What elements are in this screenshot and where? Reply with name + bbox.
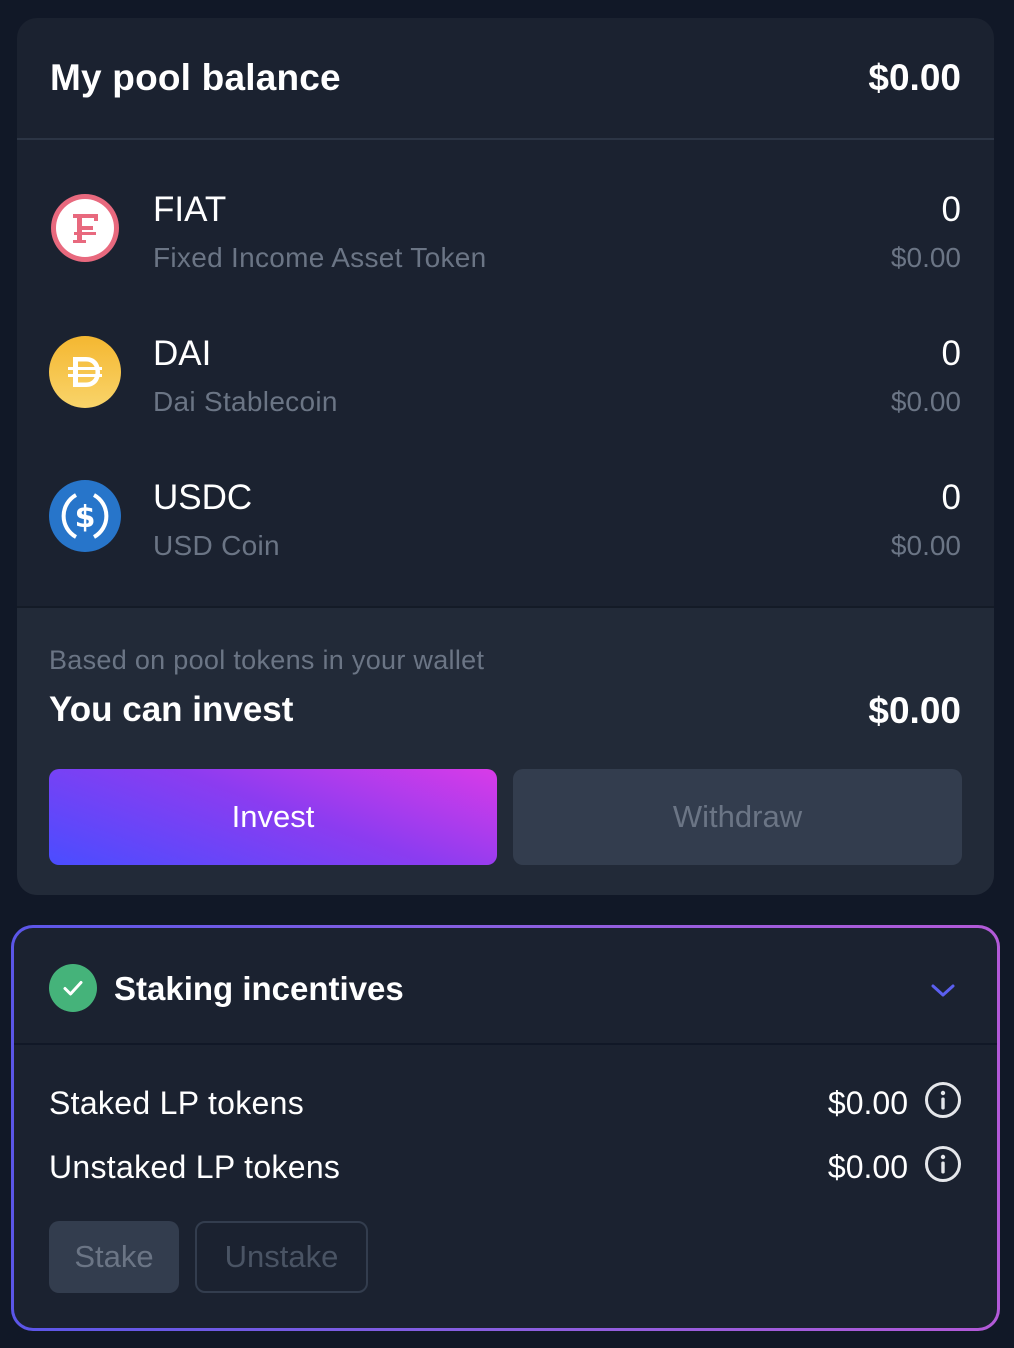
unstaked-lp-value: $0.00 xyxy=(827,1149,908,1185)
token-usd-value: $0.00 xyxy=(890,242,961,273)
pool-balance-total: $0.00 xyxy=(868,57,961,98)
invest-note: Based on pool tokens in your wallet xyxy=(49,645,485,675)
withdraw-button[interactable]: Withdraw xyxy=(513,769,962,865)
unstaked-lp-label: Unstaked LP tokens xyxy=(49,1149,341,1185)
pool-balance-card: My pool balance $0.00 FIAT Fixed Income … xyxy=(17,18,994,895)
invest-button[interactable]: Invest xyxy=(49,769,497,865)
token-row-dai: DAI Dai Stablecoin 0 $0.00 xyxy=(17,284,994,428)
invest-panel: Based on pool tokens in your wallet You … xyxy=(17,606,994,895)
staking-card-body: Staking incentives Staked LP tokens $0.0… xyxy=(14,928,997,1328)
token-full-name: USD Coin xyxy=(153,530,280,561)
fiat-icon xyxy=(49,192,121,264)
pool-balance-title: My pool balance xyxy=(50,57,341,98)
staking-card: Staking incentives Staked LP tokens $0.0… xyxy=(11,925,1000,1331)
dai-icon xyxy=(49,336,121,408)
unstake-button[interactable]: Unstake xyxy=(195,1221,368,1293)
info-icon[interactable] xyxy=(924,1081,962,1119)
token-row-fiat: FIAT Fixed Income Asset Token 0 $0.00 xyxy=(17,140,994,284)
token-amount: 0 xyxy=(941,190,961,229)
check-circle-icon xyxy=(49,964,97,1012)
token-usd-value: $0.00 xyxy=(890,530,961,561)
unstaked-lp-row: Unstaked LP tokens $0.00 xyxy=(49,1146,962,1193)
svg-text:$: $ xyxy=(75,500,96,535)
info-icon[interactable] xyxy=(924,1145,962,1183)
token-amount: 0 xyxy=(941,334,961,373)
invest-label: You can invest xyxy=(49,690,294,729)
token-symbol: FIAT xyxy=(153,190,227,229)
token-symbol: DAI xyxy=(153,334,212,373)
invest-value: $0.00 xyxy=(868,690,961,731)
token-full-name: Fixed Income Asset Token xyxy=(153,242,487,273)
token-symbol: USDC xyxy=(153,478,253,517)
chevron-down-icon[interactable] xyxy=(925,972,961,1008)
staked-lp-label: Staked LP tokens xyxy=(49,1085,305,1121)
staking-title: Staking incentives xyxy=(114,970,404,1007)
staked-lp-row: Staked LP tokens $0.00 xyxy=(49,1082,962,1129)
token-row-usdc: $ USDC USD Coin 0 $0.00 xyxy=(17,428,994,572)
token-usd-value: $0.00 xyxy=(890,386,961,417)
pool-balance-header: My pool balance $0.00 xyxy=(17,18,994,140)
token-list: FIAT Fixed Income Asset Token 0 $0.00 DA… xyxy=(17,140,994,572)
staking-header[interactable]: Staking incentives xyxy=(14,928,997,1045)
staked-lp-value: $0.00 xyxy=(827,1085,908,1121)
token-full-name: Dai Stablecoin xyxy=(153,386,338,417)
usdc-icon: $ xyxy=(49,480,121,552)
stake-button[interactable]: Stake xyxy=(49,1221,179,1293)
token-amount: 0 xyxy=(941,478,961,517)
